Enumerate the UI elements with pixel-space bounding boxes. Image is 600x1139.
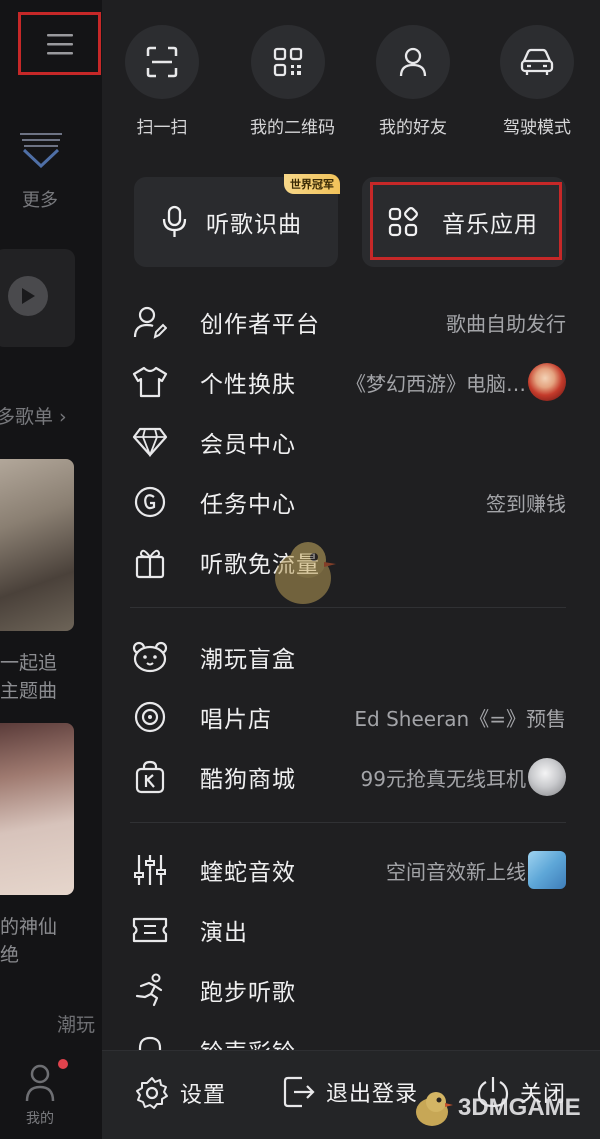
- menu-value: 空间音效新上线: [386, 859, 526, 884]
- menu-value: 99元抢真无线耳机: [360, 766, 526, 791]
- car-icon: [520, 48, 554, 75]
- quick-action-label: 扫一扫: [136, 118, 188, 138]
- playlist-section-label[interactable]: 多歌单 ›: [0, 402, 67, 429]
- menu-item-blindbox[interactable]: 潮玩盲盒: [130, 632, 570, 682]
- menu-label: 任务中心: [200, 492, 296, 518]
- menu-item-tasks[interactable]: 任务中心 签到赚钱: [130, 477, 570, 527]
- logout-icon: [283, 1076, 315, 1108]
- menu-label: 个性换肤: [200, 372, 296, 398]
- equalizer-icon: [134, 855, 166, 885]
- menu-item-record-store[interactable]: 唱片店 Ed Sheeran《=》预售: [130, 692, 570, 742]
- coin-icon: [134, 486, 166, 518]
- settings-button[interactable]: 设置: [134, 1075, 226, 1111]
- menu-label: 创作者平台: [200, 312, 320, 338]
- menu-label: 跑步听歌: [200, 980, 296, 1006]
- champion-badge: 世界冠军: [284, 174, 340, 194]
- quick-action-qrcode[interactable]: 我的二维码: [250, 25, 335, 138]
- playlist-title-1a: 一起追: [0, 652, 58, 674]
- menu-button[interactable]: [18, 12, 101, 75]
- background-page: 更多 多歌单 › 一起追 主题曲 的神仙 绝 潮玩 我的: [0, 0, 102, 1139]
- play-icon[interactable]: [8, 276, 48, 316]
- menu-item-shows[interactable]: 演出: [130, 905, 570, 955]
- site-watermark: 3DMGAME: [412, 1088, 581, 1128]
- trend-label: 潮玩: [57, 1014, 96, 1036]
- menu-value: Ed Sheeran《=》预售: [354, 706, 566, 731]
- playlist-cover-2[interactable]: [0, 723, 74, 895]
- me-tab-label[interactable]: 我的: [26, 1108, 54, 1128]
- menu-label: 演出: [200, 920, 248, 946]
- menu-label: 唱片店: [200, 707, 272, 733]
- mascot-logo-icon: [416, 1092, 453, 1126]
- skin-avatar: [528, 363, 566, 401]
- menu-item-viper-sound[interactable]: 蝰蛇音效 空间音效新上线: [130, 845, 570, 895]
- quick-action-label: 我的好友: [379, 118, 447, 138]
- menu-item-skin[interactable]: 个性换肤 《梦幻西游》电脑…: [130, 357, 570, 407]
- user-icon[interactable]: [24, 1063, 56, 1103]
- more-label[interactable]: 更多: [22, 186, 58, 212]
- menu-value: 《梦幻西游》电脑…: [346, 371, 526, 396]
- menu-item-mall[interactable]: 酷狗商城 99元抢真无线耳机: [130, 752, 570, 802]
- divider: [130, 607, 566, 608]
- quick-action-drive[interactable]: 驾驶模式: [499, 25, 575, 138]
- playlist-cover-1[interactable]: [0, 459, 74, 631]
- menu-value: 签到赚钱: [486, 491, 566, 516]
- earphone-thumbnail: [528, 758, 566, 796]
- playlist-title-1b: 主题曲: [0, 680, 58, 702]
- qrcode-icon: [273, 47, 303, 77]
- quick-action-label: 我的二维码: [250, 118, 335, 138]
- tshirt-icon: [132, 366, 168, 398]
- vinyl-icon: [134, 701, 166, 733]
- friend-icon: [399, 47, 427, 77]
- playlist-title-2b: 绝: [0, 944, 20, 966]
- hamburger-icon: [46, 33, 73, 54]
- menu-item-creator[interactable]: 创作者平台 歌曲自助发行: [130, 297, 570, 347]
- ticket-icon: [132, 917, 168, 943]
- more-icon: [20, 133, 62, 168]
- running-icon: [135, 973, 163, 1007]
- notification-dot: [58, 1059, 68, 1069]
- divider: [130, 822, 566, 823]
- logout-label: 退出登录: [326, 1082, 419, 1107]
- quick-action-friends[interactable]: 我的好友: [375, 25, 451, 138]
- scan-icon: [146, 46, 178, 78]
- highlight-box: [370, 182, 562, 260]
- gift-icon: [135, 549, 165, 579]
- watermark-text: 3DMGAME: [458, 1094, 581, 1121]
- mascot-watermark-icon: [275, 542, 336, 604]
- menu-item-free-data[interactable]: 听歌免流量: [130, 537, 570, 587]
- shopping-bag-icon: [135, 760, 165, 794]
- menu-label: 潮玩盲盒: [200, 647, 296, 673]
- listen-recognize-button[interactable]: 听歌识曲 世界冠军: [134, 174, 340, 267]
- menu-label: 会员中心: [200, 432, 296, 458]
- listen-recognize-label: 听歌识曲: [206, 212, 302, 238]
- gear-icon: [136, 1077, 168, 1109]
- menu-label: 蝰蛇音效: [200, 860, 296, 886]
- creator-icon: [133, 306, 167, 339]
- quick-action-label: 驾驶模式: [503, 118, 571, 138]
- bear-icon: [132, 641, 168, 673]
- settings-label: 设置: [180, 1083, 227, 1108]
- logout-button[interactable]: 退出登录: [282, 1075, 418, 1109]
- mic-recognize-icon: [162, 205, 187, 237]
- menu-label: 酷狗商城: [200, 767, 296, 793]
- spatial-audio-thumbnail: [528, 851, 566, 889]
- quick-action-scan[interactable]: 扫一扫: [124, 25, 200, 138]
- playlist-title-2a: 的神仙: [0, 916, 58, 938]
- menu-value: 歌曲自助发行: [446, 311, 566, 336]
- diamond-icon: [132, 427, 168, 457]
- menu-item-vip[interactable]: 会员中心: [130, 417, 570, 467]
- menu-item-running[interactable]: 跑步听歌: [130, 965, 570, 1015]
